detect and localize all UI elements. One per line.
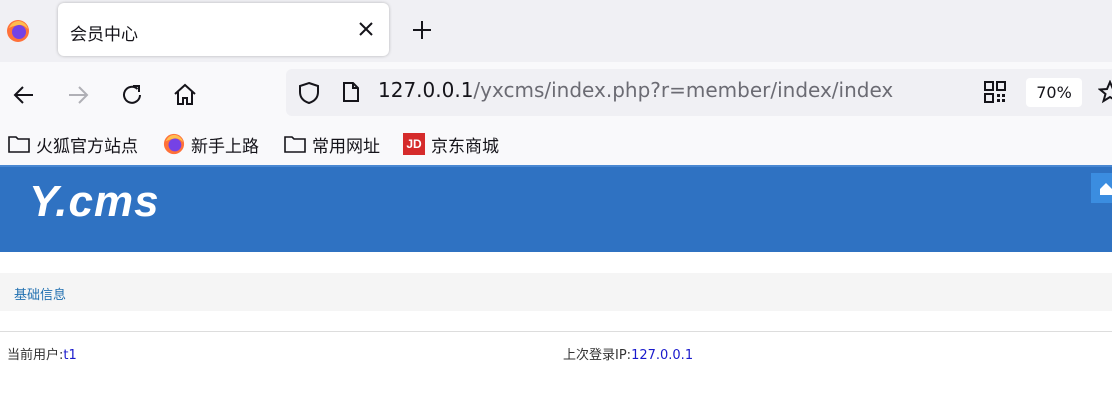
tab-title: 会员中心 [70, 25, 138, 45]
sub-nav: 基础信息 [0, 273, 1112, 311]
nav-bar: 127.0.0.1/yxcms/index.php?r=member/index… [0, 62, 1112, 124]
folder-icon [284, 136, 306, 153]
home-icon [1100, 183, 1112, 195]
back-icon[interactable] [11, 82, 37, 108]
url-text[interactable]: 127.0.0.1/yxcms/index.php?r=member/index… [378, 78, 893, 102]
new-tab-icon[interactable] [411, 19, 433, 41]
bookmarks-toolbar: 火狐官方站点 新手上路 常用网址 JD 京东商城 [0, 124, 1112, 165]
bookmark-item[interactable]: 新手上路 [163, 132, 259, 157]
firefox-icon[interactable] [6, 19, 30, 43]
forward-icon[interactable] [65, 82, 91, 108]
bookmark-item[interactable]: 火狐官方站点 [8, 132, 138, 157]
bookmark-label: 常用网址 [312, 136, 380, 157]
current-user-value: t1 [63, 348, 77, 363]
close-icon[interactable] [357, 20, 375, 38]
bookmark-star-icon[interactable] [1098, 80, 1112, 104]
current-user: 当前用户:t1 [7, 344, 77, 363]
bookmark-item[interactable]: 常用网址 [284, 132, 380, 157]
page-info-icon[interactable] [342, 81, 360, 103]
current-user-label: 当前用户: [7, 348, 64, 363]
last-login-label: 上次登录IP: [563, 348, 632, 363]
home-icon[interactable] [172, 82, 198, 108]
shield-icon[interactable] [298, 81, 320, 105]
zoom-level-button[interactable]: 70% [1026, 78, 1082, 107]
url-bar[interactable]: 127.0.0.1/yxcms/index.php?r=member/index… [286, 69, 1112, 116]
tab-active[interactable]: 会员中心 [58, 3, 389, 56]
url-host: 127.0.0.1 [378, 78, 474, 102]
jd-icon: JD [403, 133, 425, 155]
reload-icon[interactable] [119, 82, 145, 108]
folder-icon [8, 136, 30, 153]
basic-info-link[interactable]: 基础信息 [14, 284, 66, 303]
qr-code-icon[interactable] [984, 81, 1006, 103]
site-header: Y.cms [0, 165, 1112, 252]
bookmark-label: 火狐官方站点 [36, 136, 138, 157]
divider [0, 331, 1112, 332]
bookmark-item[interactable]: JD 京东商城 [403, 132, 499, 157]
site-logo[interactable]: Y.cms [29, 177, 160, 227]
bookmark-label: 新手上路 [191, 136, 259, 157]
url-path: /yxcms/index.php?r=member/index/index [473, 78, 894, 102]
header-accent-line [0, 165, 1112, 167]
home-button[interactable] [1091, 173, 1112, 203]
firefox-icon [163, 133, 185, 155]
bookmark-label: 京东商城 [431, 136, 499, 157]
last-login-value: 127.0.0.1 [631, 348, 694, 363]
tab-strip: 会员中心 [0, 0, 1112, 62]
last-login-ip: 上次登录IP:127.0.0.1 [563, 344, 693, 363]
